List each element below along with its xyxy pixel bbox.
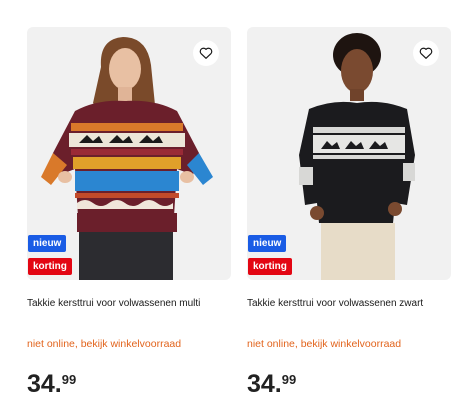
price-whole: 34. bbox=[247, 370, 282, 398]
product-title[interactable]: Takkie kersttrui voor volwassenen zwart bbox=[247, 297, 457, 311]
product-card[interactable]: nieuw korting Takkie kersttrui voor volw… bbox=[27, 27, 231, 398]
product-price: 34.99 bbox=[27, 369, 76, 399]
product-title[interactable]: Takkie kersttrui voor volwassenen multi bbox=[27, 297, 237, 311]
price-cents: 99 bbox=[61, 372, 77, 387]
price-whole: 34. bbox=[27, 370, 62, 398]
product-image[interactable]: nieuw korting bbox=[27, 27, 231, 280]
availability-text: niet online, bekijk winkelvoorraad bbox=[247, 338, 402, 350]
product-card[interactable]: nieuw korting Takkie kersttrui voor volw… bbox=[247, 27, 451, 398]
new-badge: nieuw bbox=[248, 235, 287, 252]
price-cents: 99 bbox=[281, 372, 297, 387]
new-badge: nieuw bbox=[28, 235, 67, 252]
heart-outline-icon bbox=[419, 47, 433, 59]
product-image[interactable]: nieuw korting bbox=[247, 27, 451, 280]
wishlist-button[interactable] bbox=[193, 40, 219, 66]
heart-outline-icon bbox=[199, 47, 213, 59]
product-price: 34.99 bbox=[247, 369, 296, 399]
availability-text: niet online, bekijk winkelvoorraad bbox=[27, 338, 182, 350]
discount-badge: korting bbox=[248, 258, 292, 275]
discount-badge: korting bbox=[28, 258, 72, 275]
wishlist-button[interactable] bbox=[413, 40, 439, 66]
